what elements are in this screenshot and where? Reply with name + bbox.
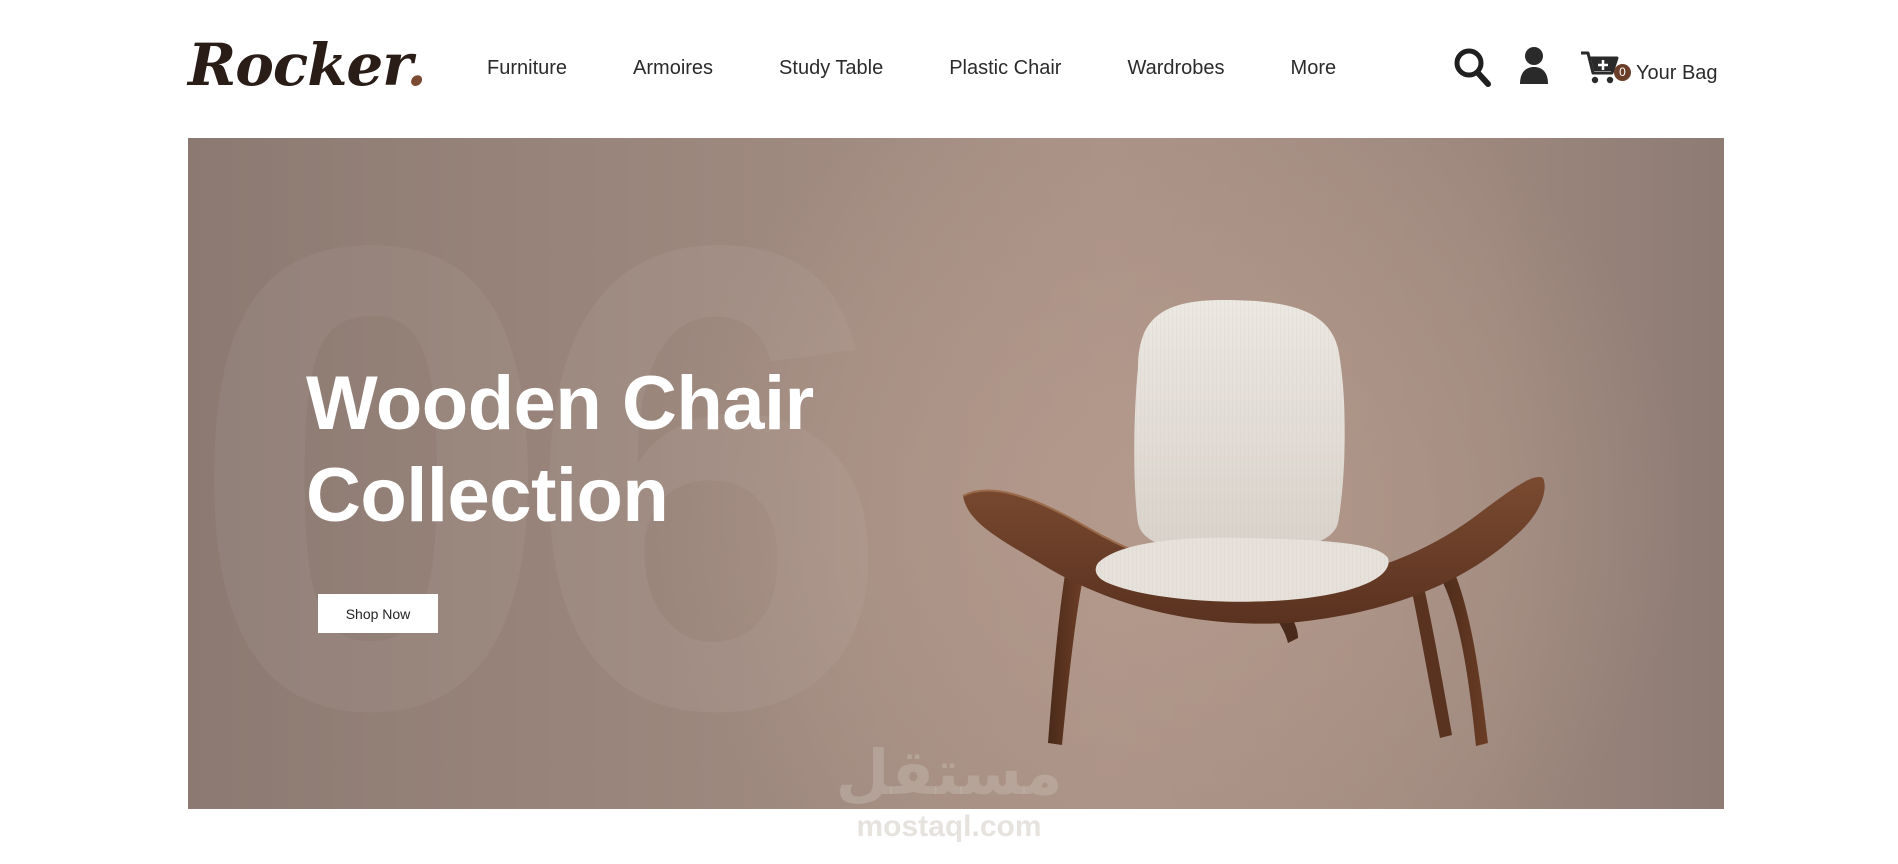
user-icon[interactable] (1518, 46, 1550, 86)
nav-item-furniture[interactable]: Furniture (487, 56, 567, 80)
nav-item-armoires[interactable]: Armoires (633, 56, 713, 80)
shop-now-button[interactable]: Shop Now (318, 594, 438, 633)
chair-image (962, 300, 1545, 746)
hero-banner: 06 Wooden Chair Collection Shop Now (188, 138, 1724, 809)
main-nav: Furniture Armoires Study Table Plastic C… (487, 56, 1402, 80)
your-bag-link[interactable]: Your Bag (1636, 62, 1718, 85)
nav-item-study-table[interactable]: Study Table (779, 56, 883, 80)
nav-item-more[interactable]: More (1291, 56, 1337, 80)
nav-item-plastic-chair[interactable]: Plastic Chair (949, 56, 1061, 80)
search-icon[interactable] (1452, 46, 1492, 88)
watermark-logo: مستقل (835, 736, 1063, 809)
nav-item-wardrobes[interactable]: Wardrobes (1127, 56, 1224, 80)
hero-title: Wooden Chair Collection (306, 361, 814, 538)
logo[interactable]: Rocker. (188, 31, 427, 99)
cart-count-badge: 0 (1614, 64, 1631, 81)
watermark-url: mostaql.com (856, 810, 1042, 843)
logo-dot: . (406, 31, 427, 99)
logo-text: Rocker (188, 31, 408, 99)
